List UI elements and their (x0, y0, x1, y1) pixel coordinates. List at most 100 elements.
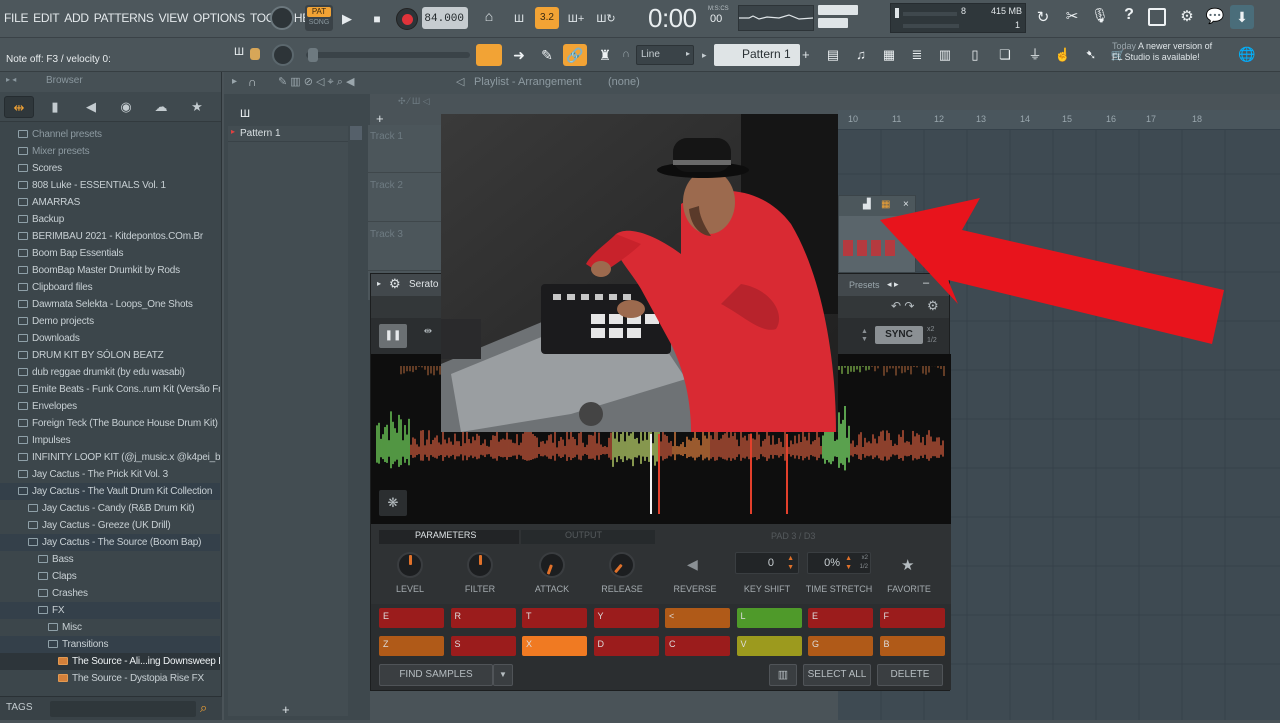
find-samples-dropdown-icon[interactable]: ▼ (493, 664, 513, 686)
time-display[interactable]: 0:00 M:S:CS 00 (648, 3, 730, 33)
tags-search-field[interactable] (50, 701, 196, 717)
tab-parameters[interactable]: PARAMETERS (379, 530, 519, 544)
sync-updown-icon[interactable]: ▲ ▼ (861, 328, 871, 344)
release-knob[interactable] (603, 546, 641, 584)
browser-tree-item[interactable]: Backup (0, 211, 220, 228)
globe-icon[interactable]: 🌐 (1238, 46, 1256, 64)
sample-pad[interactable]: V (736, 636, 802, 656)
save-icon[interactable] (1148, 8, 1166, 26)
playlist-ruler[interactable]: 10 11 12 13 14 15 16 17 18 (838, 110, 1280, 130)
wait-input-icon[interactable]: Ш (507, 8, 531, 30)
browser-tree-item[interactable]: 808 Luke - ESSENTIALS Vol. 1 (0, 177, 220, 194)
pattern-list-scrollbar[interactable] (350, 126, 362, 140)
tempo-display[interactable]: 84.000 (422, 7, 468, 29)
keyboard-icon[interactable]: ▥ (769, 664, 797, 686)
tab-output[interactable]: OUTPUT (521, 530, 655, 544)
browser-tree-item[interactable]: Channel presets (0, 126, 220, 143)
browser-tree-item[interactable]: Emite Beats - Funk Cons..rum Kit (Versão… (0, 381, 220, 398)
browser-tab-files-icon[interactable]: ▮ (40, 96, 70, 118)
browser-collapse-icon[interactable]: ▸ ◂ (6, 75, 16, 84)
menu-patterns[interactable]: PATTERNS (94, 11, 154, 25)
track-header[interactable]: Track 2 (368, 174, 444, 222)
filter-knob[interactable] (467, 552, 493, 578)
stop-button[interactable]: ■ (366, 8, 388, 30)
browser-tree-item[interactable]: The Source - Dystopia Rise FX (0, 670, 220, 687)
browser-tree-item[interactable]: Misc (0, 619, 220, 636)
plug-icon[interactable]: ⏚ (1024, 44, 1046, 66)
browser-tree-item[interactable]: Boom Bap Essentials (0, 245, 220, 262)
step-button[interactable]: 3.2 (535, 7, 559, 29)
add-pattern-button[interactable]: + (802, 45, 816, 65)
channel-settings-icon[interactable]: ▥ (934, 44, 956, 66)
browser-tree-item[interactable]: Claps (0, 568, 220, 585)
pencil-icon[interactable]: ✎ (536, 44, 558, 66)
browser-tree-item[interactable]: AMARRAS (0, 194, 220, 211)
browser-tree-item[interactable]: Bass (0, 551, 220, 568)
browser-tree-item[interactable]: Jay Cactus - The Source (Boom Bap) (0, 534, 220, 551)
browser-tree-item[interactable]: Transitions (0, 636, 220, 653)
sample-pad[interactable]: T (522, 608, 587, 628)
render-icon[interactable]: ⚙ (1177, 7, 1197, 27)
playlist-options-icon[interactable]: ▸ (232, 76, 237, 87)
sample-pad[interactable]: Y (593, 608, 659, 628)
browser-tree-item[interactable]: Downloads (0, 330, 220, 347)
time-stretch-mult-icon[interactable]: x2 1/2 (860, 554, 868, 572)
serato-pause-button[interactable]: ❚❚ (379, 324, 407, 348)
metronome-icon[interactable]: ⌂ (478, 8, 500, 30)
key-shift-stepper-icon[interactable]: ▲ ▼ (787, 554, 794, 572)
sample-pad[interactable]: G (808, 636, 873, 656)
pattern-selector[interactable]: Pattern 1 (714, 44, 800, 66)
delete-button[interactable]: DELETE (877, 664, 943, 686)
level-knob[interactable] (397, 552, 423, 578)
search-icon[interactable]: ⌕ (200, 700, 207, 716)
serato-collapse-icon[interactable]: ▸ (377, 279, 381, 288)
browser-tree-item[interactable]: INFINITY LOOP KIT (@j_music.x @k4pei_bea… (0, 449, 220, 466)
mixer-icon[interactable]: ≣ (906, 44, 928, 66)
main-volume-slider[interactable] (818, 5, 858, 31)
browser-tree-item[interactable]: Jay Cactus - Candy (R&B Drum Kit) (0, 500, 220, 517)
time-stretch-stepper-icon[interactable]: ▲ ▼ (845, 554, 852, 572)
piano-roll-icon[interactable]: ♫ (850, 44, 872, 66)
touch-keyboard-icon[interactable]: ☝ (1052, 44, 1074, 66)
add-pattern-bottom-button[interactable]: + (282, 702, 296, 717)
playlist-snap-icon[interactable]: ∩ (248, 75, 257, 89)
plugin-picker-icon[interactable]: ❏ (994, 44, 1016, 66)
snap-select[interactable]: Line ▸ (636, 45, 694, 65)
loop-record-icon[interactable]: Ш↻ (594, 8, 618, 30)
link-icon[interactable]: 🔗 (563, 44, 587, 66)
add-track-button[interactable]: + (376, 112, 390, 126)
time-stretch-field[interactable]: 0% ▲ ▼ x2 1/2 (807, 552, 871, 574)
key-shift-field[interactable]: 0 ▲ ▼ (735, 552, 799, 574)
menu-view[interactable]: VIEW (159, 11, 189, 25)
browser-tab-plugins-icon[interactable]: ◉ (111, 96, 141, 118)
serato-loop-icon[interactable]: ⇹ (417, 326, 439, 346)
select-all-button[interactable]: SELECT ALL (803, 664, 871, 686)
sample-pad[interactable]: < (665, 608, 730, 628)
browser-tree-item[interactable]: Jay Cactus - The Vault Drum Kit Collecti… (0, 483, 220, 500)
download-icon[interactable]: ⬇ (1230, 5, 1254, 29)
waveform-settings-icon[interactable]: ❋ (379, 490, 407, 516)
undo-history-icon[interactable]: ↻ (1033, 8, 1053, 28)
browser-tree-item[interactable]: FX (0, 602, 220, 619)
serato-presets-label[interactable]: Presets (849, 280, 880, 290)
find-samples-button[interactable]: FIND SAMPLES (379, 664, 493, 686)
playlist-icon[interactable]: ▤ (822, 44, 844, 66)
browser-tree-item[interactable]: Demo projects (0, 313, 220, 330)
sample-pad[interactable]: C (665, 636, 730, 656)
browser-tree-item[interactable]: Impulses (0, 432, 220, 449)
pat-song-switch[interactable]: PAT SONG (305, 5, 333, 31)
cut-icon[interactable]: ✂ (1062, 7, 1082, 27)
stamp-icon[interactable]: ♜ (594, 44, 616, 66)
sample-pad[interactable]: D (593, 636, 659, 656)
browser-tree-item[interactable]: Envelopes (0, 398, 220, 415)
sample-pad[interactable]: X (522, 636, 587, 656)
browser-tab-favorites-icon[interactable]: ★ (182, 96, 212, 118)
arrow-right-icon[interactable]: ➜ (508, 44, 530, 66)
browser-tab-all-icon[interactable]: ⇹ (4, 96, 34, 118)
countdown-icon[interactable]: Ш+ (564, 8, 588, 30)
piano-icon-small[interactable]: Ш (240, 108, 250, 120)
browser-tree-item[interactable]: The Source - Ali...ing Downsweep FX (0, 653, 220, 670)
sample-pad[interactable]: Z (379, 636, 444, 656)
sample-pad[interactable]: E (808, 608, 873, 628)
playlist-view-button[interactable] (476, 44, 502, 66)
